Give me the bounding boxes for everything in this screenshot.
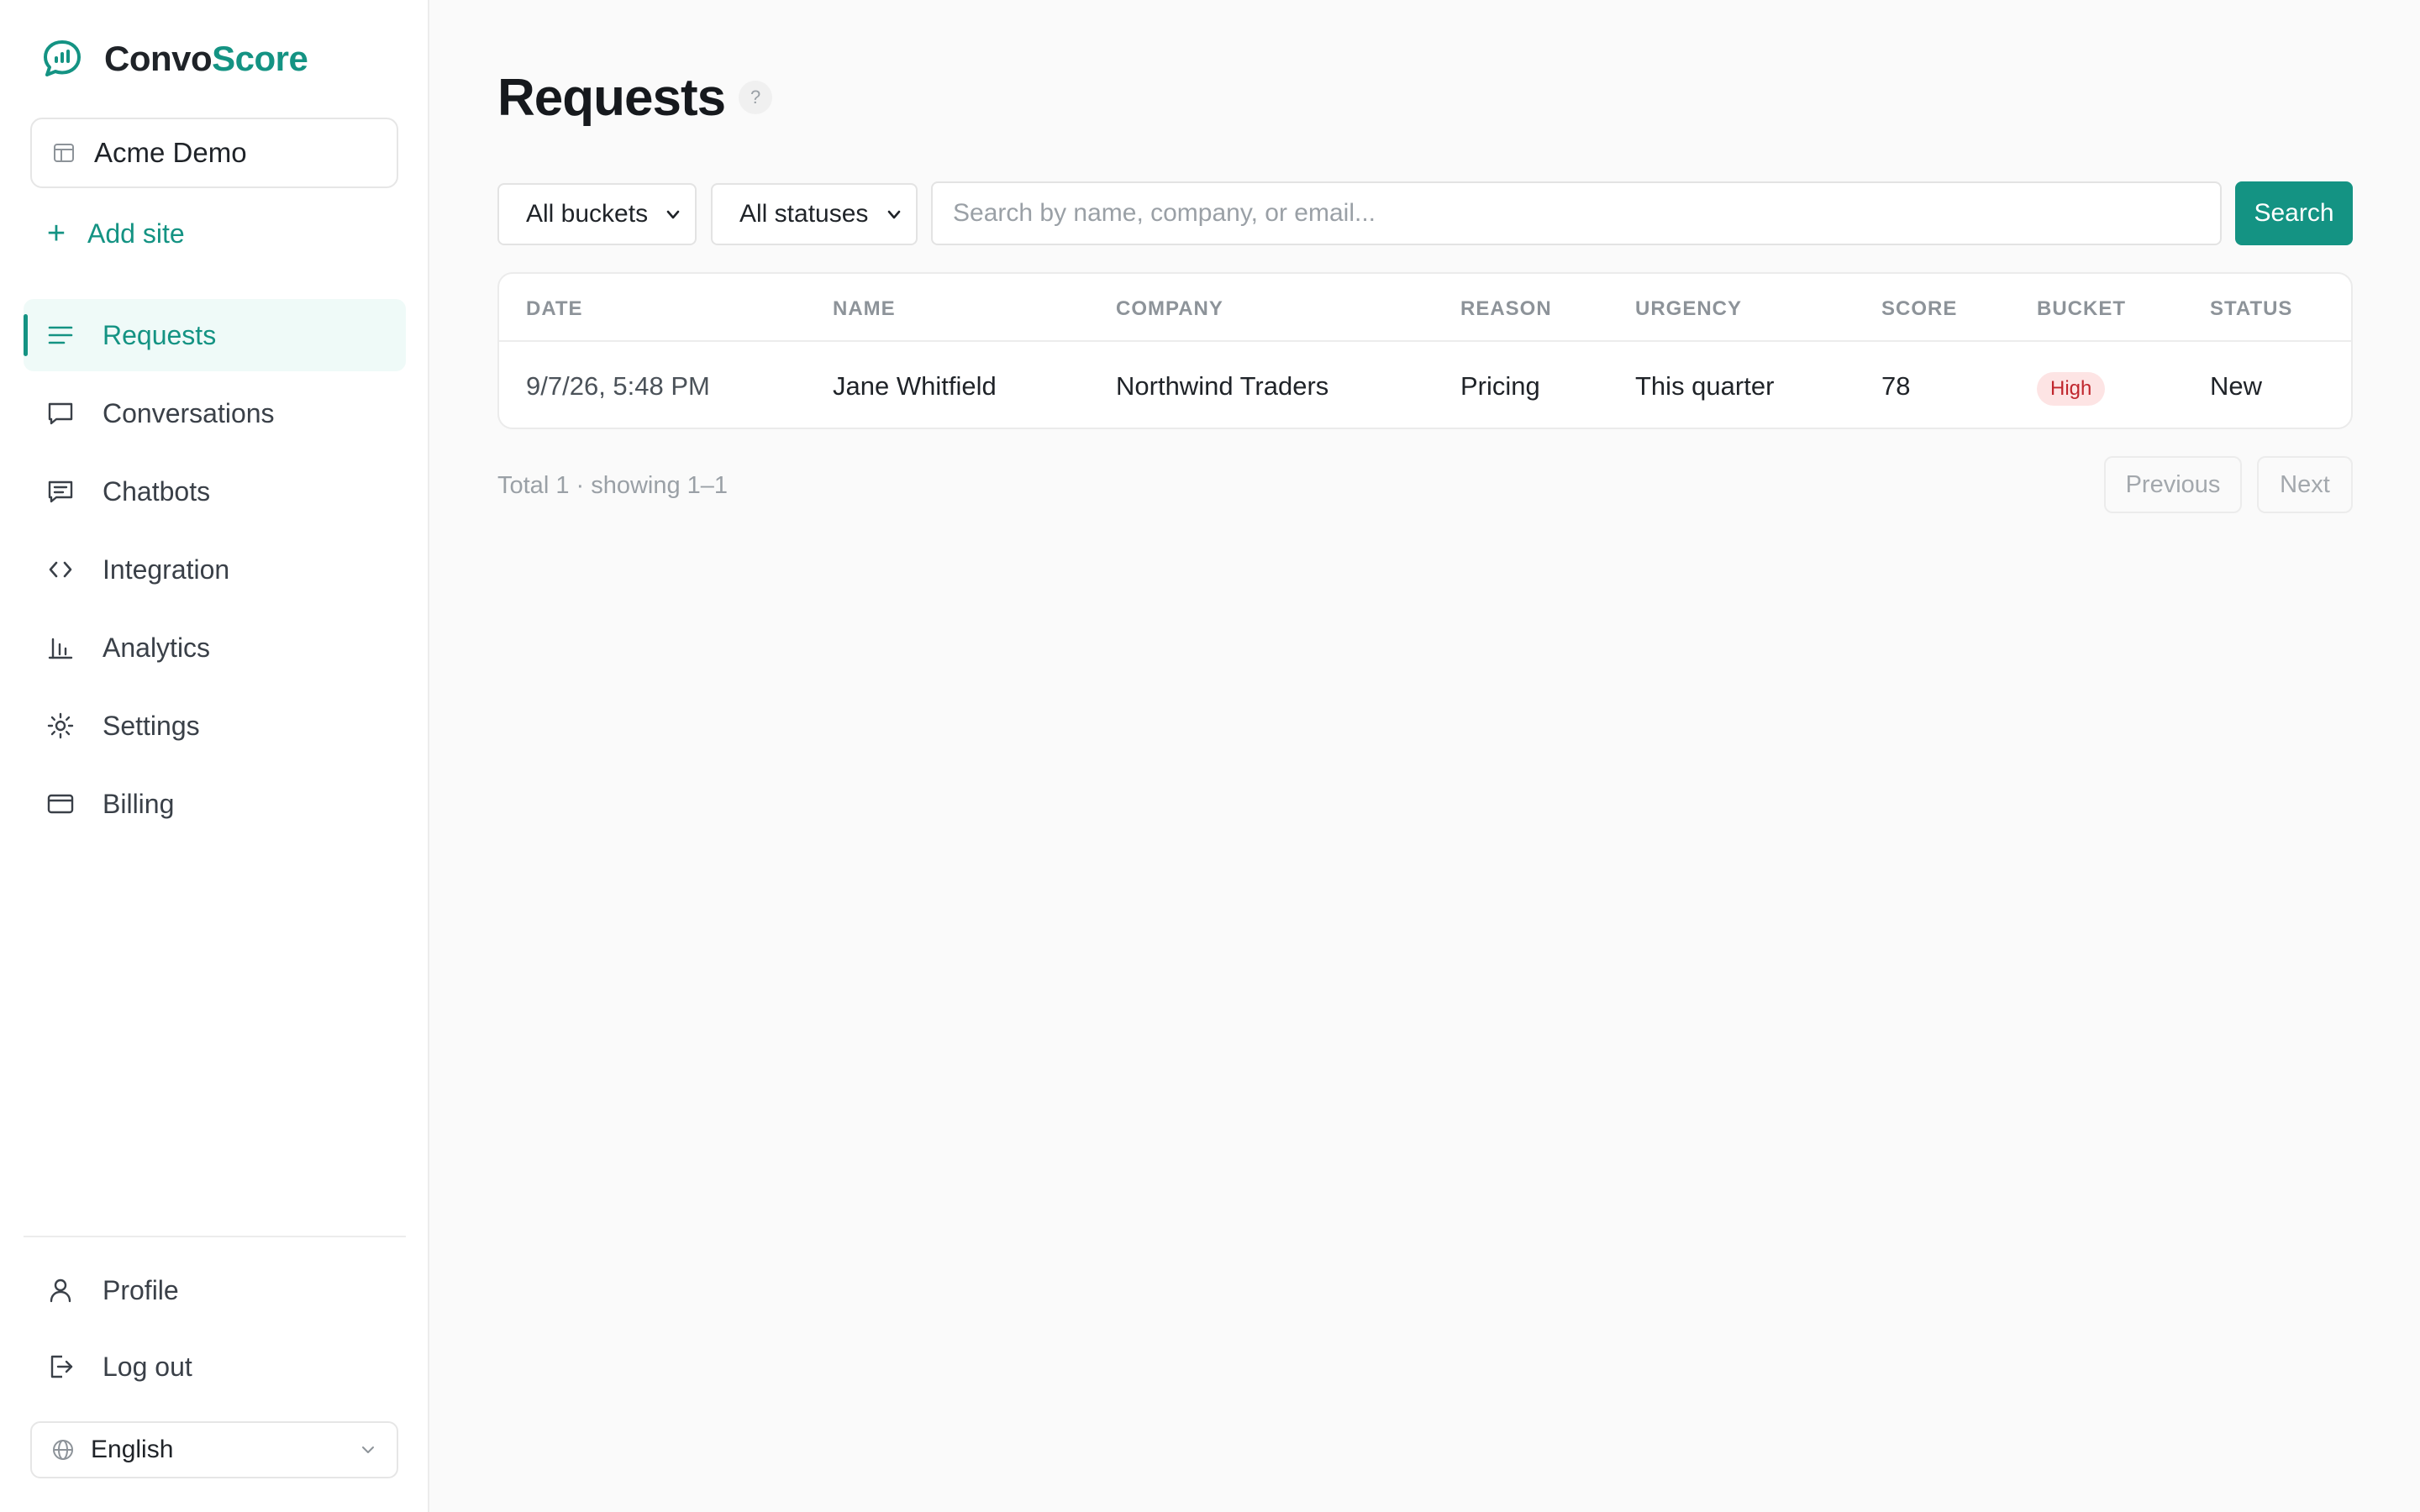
table-header: DATE NAME COMPANY REASON URGENCY SCORE B… <box>499 274 2351 342</box>
status-filter-select[interactable]: All statuses <box>711 183 918 245</box>
cell-status: New <box>2210 371 2263 401</box>
sidebar-item-label: Conversations <box>103 397 275 428</box>
next-page-button[interactable]: Next <box>2257 456 2353 513</box>
bar-chart-icon <box>48 638 73 659</box>
brand-name-part1: Convo <box>104 39 213 78</box>
sidebar-item-chatbots[interactable]: Chatbots <box>24 455 406 528</box>
page-header: Requests ? <box>497 66 773 129</box>
chevron-down-icon <box>362 1446 374 1453</box>
cell-company: Northwind Traders <box>1116 371 1329 401</box>
language-selector[interactable]: English <box>30 1421 398 1478</box>
sidebar-item-label: Integration <box>103 554 230 585</box>
status-filter-value: All statuses <box>739 200 869 228</box>
column-header-score[interactable]: SCORE <box>1881 297 1957 321</box>
requests-table: DATE NAME COMPANY REASON URGENCY SCORE B… <box>497 272 2353 429</box>
sidebar-divider <box>24 1236 406 1237</box>
search-button[interactable]: Search <box>2235 181 2353 245</box>
add-site-label: Add site <box>87 218 185 249</box>
cell-score: 78 <box>1881 371 1911 401</box>
column-header-urgency[interactable]: URGENCY <box>1635 297 1742 321</box>
table-row[interactable]: 9/7/26, 5:48 PM Jane Whitfield Northwind… <box>499 344 2351 428</box>
previous-page-button[interactable]: Previous <box>2104 456 2242 513</box>
sidebar-bottom-nav: Profile Log out <box>24 1255 406 1408</box>
sidebar-item-integration[interactable]: Integration <box>24 533 406 606</box>
site-selector[interactable]: Acme Demo <box>30 118 398 188</box>
list-icon <box>48 326 73 344</box>
gear-icon <box>47 712 74 739</box>
column-header-date[interactable]: DATE <box>526 297 583 321</box>
sidebar-item-settings[interactable]: Settings <box>24 690 406 762</box>
bucket-badge: High <box>2037 372 2106 406</box>
sidebar-item-label: Chatbots <box>103 475 211 507</box>
sidebar-item-requests[interactable]: Requests <box>24 299 406 371</box>
sidebar-item-label: Analytics <box>103 632 211 663</box>
sidebar-item-label: Requests <box>103 319 217 350</box>
column-header-company[interactable]: COMPANY <box>1116 297 1223 321</box>
sidebar-item-analytics[interactable]: Analytics <box>24 612 406 684</box>
add-site-button[interactable]: + Add site <box>45 215 185 252</box>
globe-icon <box>53 1440 73 1460</box>
brand-name-part2: Score <box>212 39 308 78</box>
sidebar-item-conversations[interactable]: Conversations <box>24 377 406 449</box>
message-icon <box>48 402 73 425</box>
filter-bar: All buckets All statuses Search <box>497 181 2353 245</box>
cell-date: 9/7/26, 5:48 PM <box>526 371 710 401</box>
logout-icon <box>50 1355 73 1378</box>
column-header-reason[interactable]: REASON <box>1460 297 1552 321</box>
sidebar: ConvoScore Acme Demo + Add site Requests… <box>0 0 429 1512</box>
cell-name[interactable]: Jane Whitfield <box>833 371 997 402</box>
brand-name: ConvoScore <box>104 39 308 79</box>
language-label: English <box>91 1436 174 1463</box>
column-header-bucket[interactable]: BUCKET <box>2037 297 2126 321</box>
sidebar-item-billing[interactable]: Billing <box>24 768 406 840</box>
sidebar-item-logout[interactable]: Log out <box>24 1331 406 1402</box>
main-content: Requests ? All buckets All statuses Sear… <box>497 0 2353 1512</box>
chat-bars-logo-icon <box>44 40 81 76</box>
user-icon <box>50 1278 71 1303</box>
sidebar-nav: Requests Conversations Chatbots Integrat… <box>24 299 406 846</box>
credit-card-icon <box>47 794 74 814</box>
pagination-summary: Total 1 · showing 1–1 <box>497 472 729 499</box>
chevron-down-icon <box>666 210 680 219</box>
chevron-down-icon <box>887 210 901 219</box>
sidebar-item-label: Log out <box>103 1351 192 1382</box>
help-icon[interactable]: ? <box>739 81 773 114</box>
cell-reason: Pricing <box>1460 371 1540 401</box>
bucket-filter-select[interactable]: All buckets <box>497 183 697 245</box>
site-selector-label: Acme Demo <box>94 137 247 168</box>
pagination: Total 1 · showing 1–1 Previous Next <box>497 456 2353 515</box>
plus-icon: + <box>46 216 66 251</box>
sidebar-item-profile[interactable]: Profile <box>24 1255 406 1326</box>
brand-logo[interactable]: ConvoScore <box>40 37 308 81</box>
cell-urgency: This quarter <box>1635 371 1775 401</box>
chatbot-icon <box>48 480 73 503</box>
bucket-filter-value: All buckets <box>526 200 649 228</box>
layout-icon <box>54 144 74 162</box>
sidebar-item-label: Billing <box>103 788 175 819</box>
column-header-name[interactable]: NAME <box>833 297 896 321</box>
code-icon <box>49 561 72 578</box>
search-input[interactable] <box>931 181 2222 245</box>
sidebar-item-label: Settings <box>103 710 200 741</box>
column-header-status[interactable]: STATUS <box>2210 297 2292 321</box>
page-title: Requests <box>497 68 726 127</box>
sidebar-item-label: Profile <box>103 1274 179 1305</box>
